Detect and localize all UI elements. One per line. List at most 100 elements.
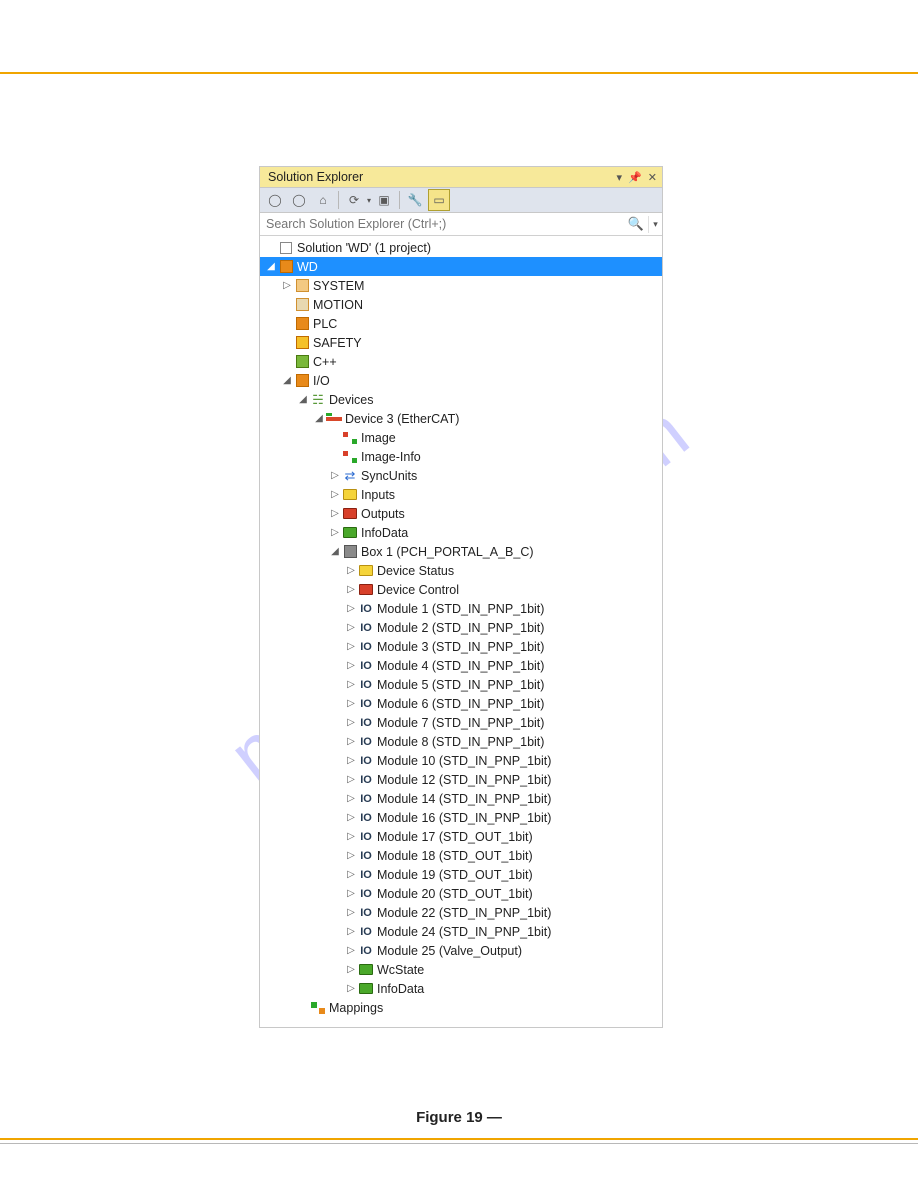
device-control-node[interactable]: ▷ Device Control — [260, 580, 662, 599]
search-icon[interactable]: 🔍 — [626, 216, 648, 232]
close-icon[interactable]: ✕ — [648, 171, 657, 184]
expand-icon[interactable]: ▷ — [344, 980, 358, 998]
module-node[interactable]: ▷IOModule 25 (Valve_Output) — [260, 941, 662, 960]
toolbar: ◯ ◯ ⌂ ⟳ ▾ ▣ 🔧 ▭ — [260, 187, 662, 213]
syncunits-node[interactable]: ▷ ⇄ SyncUnits — [260, 466, 662, 485]
expand-icon[interactable]: ▷ — [344, 676, 358, 694]
image-node[interactable]: Image — [260, 428, 662, 447]
project-node[interactable]: ◢ WD — [260, 257, 662, 276]
expand-icon[interactable]: ▷ — [344, 581, 358, 599]
system-node[interactable]: ▷ SYSTEM — [260, 276, 662, 295]
module-node[interactable]: ▷IOModule 3 (STD_IN_PNP_1bit) — [260, 637, 662, 656]
refresh-button[interactable]: ⟳ — [343, 189, 365, 211]
module-label: Module 3 (STD_IN_PNP_1bit) — [377, 638, 544, 656]
module-node[interactable]: ▷IOModule 22 (STD_IN_PNP_1bit) — [260, 903, 662, 922]
collapse-icon[interactable]: ◢ — [312, 410, 326, 428]
nav-forward-button[interactable]: ◯ — [288, 189, 310, 211]
expand-icon[interactable]: ▷ — [344, 809, 358, 827]
expand-icon[interactable]: ▷ — [344, 923, 358, 941]
io-module-icon: IO — [358, 848, 374, 864]
search-input[interactable] — [260, 213, 626, 235]
io-module-icon: IO — [358, 943, 374, 959]
expand-icon[interactable]: ▷ — [344, 961, 358, 979]
io-module-icon: IO — [358, 867, 374, 883]
device-status-node[interactable]: ▷ Device Status — [260, 561, 662, 580]
mappings-node[interactable]: Mappings — [260, 998, 662, 1017]
expand-icon[interactable]: ▷ — [344, 733, 358, 751]
io-module-icon: IO — [358, 639, 374, 655]
collapse-all-button[interactable]: ▣ — [373, 189, 395, 211]
properties-button[interactable]: 🔧 — [404, 189, 426, 211]
expand-icon[interactable]: ▷ — [328, 486, 342, 504]
module-node[interactable]: ▷IOModule 12 (STD_IN_PNP_1bit) — [260, 770, 662, 789]
module-node[interactable]: ▷IOModule 16 (STD_IN_PNP_1bit) — [260, 808, 662, 827]
collapse-icon[interactable]: ◢ — [296, 391, 310, 409]
inputs-node[interactable]: ▷ Inputs — [260, 485, 662, 504]
motion-node[interactable]: ▷ MOTION — [260, 295, 662, 314]
collapse-icon[interactable]: ◢ — [280, 372, 294, 390]
module-node[interactable]: ▷IOModule 18 (STD_OUT_1bit) — [260, 846, 662, 865]
module-node[interactable]: ▷IOModule 5 (STD_IN_PNP_1bit) — [260, 675, 662, 694]
imageinfo-node[interactable]: Image-Info — [260, 447, 662, 466]
expand-icon[interactable]: ▷ — [344, 619, 358, 637]
io-module-icon: IO — [358, 715, 374, 731]
show-all-files-button[interactable]: ▭ — [428, 189, 450, 211]
search-options-dropdown[interactable]: ▾ — [648, 216, 662, 233]
expand-icon[interactable]: ▷ — [344, 885, 358, 903]
expand-icon[interactable]: ▷ — [328, 524, 342, 542]
collapse-icon[interactable]: ◢ — [328, 543, 342, 561]
module-node[interactable]: ▷IOModule 8 (STD_IN_PNP_1bit) — [260, 732, 662, 751]
module-node[interactable]: ▷IOModule 24 (STD_IN_PNP_1bit) — [260, 922, 662, 941]
expand-icon[interactable]: ▷ — [280, 277, 294, 295]
expand-icon[interactable]: ▷ — [344, 904, 358, 922]
expand-icon[interactable]: ▷ — [344, 828, 358, 846]
module-node[interactable]: ▷IOModule 10 (STD_IN_PNP_1bit) — [260, 751, 662, 770]
solution-node[interactable]: ▸ Solution 'WD' (1 project) — [260, 238, 662, 257]
devices-node[interactable]: ◢ ☵ Devices — [260, 390, 662, 409]
home-button[interactable]: ⌂ — [312, 189, 334, 211]
collapse-icon[interactable]: ◢ — [264, 258, 278, 276]
module-node[interactable]: ▷IOModule 14 (STD_IN_PNP_1bit) — [260, 789, 662, 808]
box1-node[interactable]: ◢ Box 1 (PCH_PORTAL_A_B_C) — [260, 542, 662, 561]
expand-icon[interactable]: ▷ — [344, 562, 358, 580]
expand-icon[interactable]: ▷ — [344, 638, 358, 656]
safety-icon — [294, 335, 310, 351]
pin-icon[interactable]: 📌 — [628, 171, 642, 184]
module-node[interactable]: ▷IOModule 4 (STD_IN_PNP_1bit) — [260, 656, 662, 675]
mappings-icon — [310, 1000, 326, 1016]
expand-icon[interactable]: ▷ — [344, 790, 358, 808]
expand-icon[interactable]: ▷ — [344, 942, 358, 960]
safety-node[interactable]: ▷ SAFETY — [260, 333, 662, 352]
module-node[interactable]: ▷IOModule 6 (STD_IN_PNP_1bit) — [260, 694, 662, 713]
wcstate-node[interactable]: ▷ WcState — [260, 960, 662, 979]
infodata2-node[interactable]: ▷ InfoData — [260, 979, 662, 998]
expand-icon[interactable]: ▷ — [344, 752, 358, 770]
module-node[interactable]: ▷IOModule 20 (STD_OUT_1bit) — [260, 884, 662, 903]
dropdown-icon[interactable]: ▾ — [617, 171, 623, 184]
outputs-node[interactable]: ▷ Outputs — [260, 504, 662, 523]
nav-back-button[interactable]: ◯ — [264, 189, 286, 211]
expand-icon[interactable]: ▷ — [344, 600, 358, 618]
module-node[interactable]: ▷IOModule 1 (STD_IN_PNP_1bit) — [260, 599, 662, 618]
expand-icon[interactable]: ▷ — [328, 467, 342, 485]
search-bar: 🔍 ▾ — [260, 213, 662, 236]
module-node[interactable]: ▷IOModule 7 (STD_IN_PNP_1bit) — [260, 713, 662, 732]
cpp-node[interactable]: ▷ C++ — [260, 352, 662, 371]
device3-node[interactable]: ◢ Device 3 (EtherCAT) — [260, 409, 662, 428]
expand-icon[interactable]: ▷ — [344, 695, 358, 713]
expand-icon[interactable]: ▷ — [344, 657, 358, 675]
toolbar-separator — [338, 191, 339, 209]
dropdown-icon[interactable]: ▾ — [367, 196, 371, 205]
module-node[interactable]: ▷IOModule 2 (STD_IN_PNP_1bit) — [260, 618, 662, 637]
expand-icon[interactable]: ▷ — [344, 847, 358, 865]
expand-icon[interactable]: ▷ — [328, 505, 342, 523]
expand-icon[interactable]: ▷ — [344, 771, 358, 789]
io-node[interactable]: ◢ I/O — [260, 371, 662, 390]
expand-icon[interactable]: ▷ — [344, 714, 358, 732]
module-node[interactable]: ▷IOModule 19 (STD_OUT_1bit) — [260, 865, 662, 884]
expand-icon: ▸ — [264, 239, 278, 257]
expand-icon[interactable]: ▷ — [344, 866, 358, 884]
module-node[interactable]: ▷IOModule 17 (STD_OUT_1bit) — [260, 827, 662, 846]
plc-node[interactable]: ▷ PLC — [260, 314, 662, 333]
infodata-node[interactable]: ▷ InfoData — [260, 523, 662, 542]
